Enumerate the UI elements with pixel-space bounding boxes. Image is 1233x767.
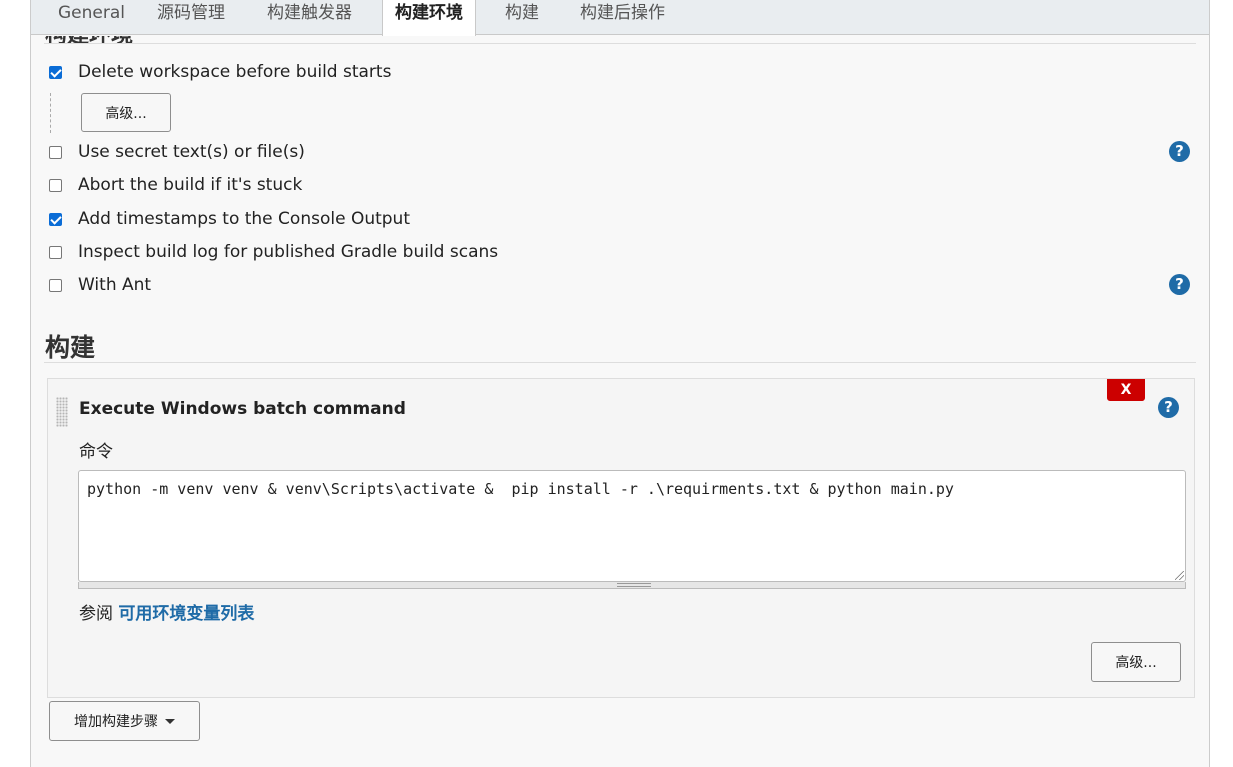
option-delete-workspace[interactable]: Delete workspace before build starts — [49, 60, 391, 84]
caret-down-icon — [165, 718, 175, 724]
help-icon[interactable]: ? — [1169, 141, 1190, 162]
advanced-button[interactable]: 高级... — [81, 93, 171, 132]
option-label: Use secret text(s) or file(s) — [78, 142, 305, 162]
advanced-button[interactable]: 高级... — [1091, 642, 1181, 682]
see-prefix: 参阅 — [79, 604, 113, 624]
checkbox[interactable] — [49, 212, 62, 226]
help-icon[interactable]: ? — [1158, 397, 1179, 418]
section-tabbar: General 源码管理 构建触发器 构建环境 构建 构建后操作 — [31, 0, 1209, 36]
option-timestamps[interactable]: Add timestamps to the Console Output — [49, 207, 410, 231]
divider — [44, 362, 1196, 363]
env-vars-link[interactable]: 可用环境变量列表 — [118, 604, 254, 624]
help-icon[interactable]: ? — [1169, 274, 1190, 295]
build-step-windows-batch: Execute Windows batch command X ? 命令 pyt… — [47, 378, 1195, 698]
checkbox[interactable] — [49, 245, 62, 259]
checkbox[interactable] — [49, 278, 62, 292]
option-label: Inspect build log for published Gradle b… — [78, 242, 499, 262]
option-gradle-scans[interactable]: Inspect build log for published Gradle b… — [49, 240, 498, 264]
option-label: Delete workspace before build starts — [78, 62, 392, 82]
option-label: Add timestamps to the Console Output — [78, 209, 410, 229]
tab-build-triggers[interactable]: 构建触发器 — [255, 0, 364, 35]
checkbox[interactable] — [49, 178, 62, 192]
option-with-ant[interactable]: With Ant — [49, 273, 151, 297]
delete-step-button[interactable]: X — [1107, 379, 1145, 401]
add-build-step-button[interactable]: 增加构建步骤 — [49, 701, 200, 741]
tab-general[interactable]: General — [46, 0, 137, 35]
resize-grip-icon — [617, 583, 651, 587]
add-build-step-label: 增加构建步骤 — [74, 714, 158, 730]
checkbox[interactable] — [49, 65, 62, 79]
divider — [44, 43, 1196, 44]
option-abort-stuck[interactable]: Abort the build if it's stuck — [49, 173, 302, 197]
build-step-title: Execute Windows batch command — [79, 399, 406, 419]
tab-build-environment[interactable]: 构建环境 — [382, 0, 476, 36]
option-secret-text[interactable]: Use secret text(s) or file(s) — [49, 140, 305, 164]
tab-build[interactable]: 构建 — [493, 0, 551, 35]
command-textarea[interactable]: python -m venv venv & venv\Scripts\activ… — [78, 470, 1186, 582]
env-vars-reference: 参阅 可用环境变量列表 — [79, 599, 254, 624]
command-label: 命令 — [79, 442, 113, 462]
option-label: Abort the build if it's stuck — [78, 175, 303, 195]
tab-post-build[interactable]: 构建后操作 — [568, 0, 677, 35]
drag-handle-icon[interactable] — [56, 397, 68, 427]
tab-scm[interactable]: 源码管理 — [145, 0, 237, 35]
checkbox[interactable] — [49, 145, 62, 159]
section-heading-build: 构建 — [45, 333, 96, 362]
config-panel: General 源码管理 构建触发器 构建环境 构建 构建后操作 构建环境 De… — [30, 0, 1210, 767]
nested-guide — [50, 93, 51, 133]
resize-corner-icon[interactable] — [1175, 571, 1184, 580]
textarea-resize-bar[interactable] — [78, 582, 1186, 589]
option-label: With Ant — [78, 275, 152, 295]
